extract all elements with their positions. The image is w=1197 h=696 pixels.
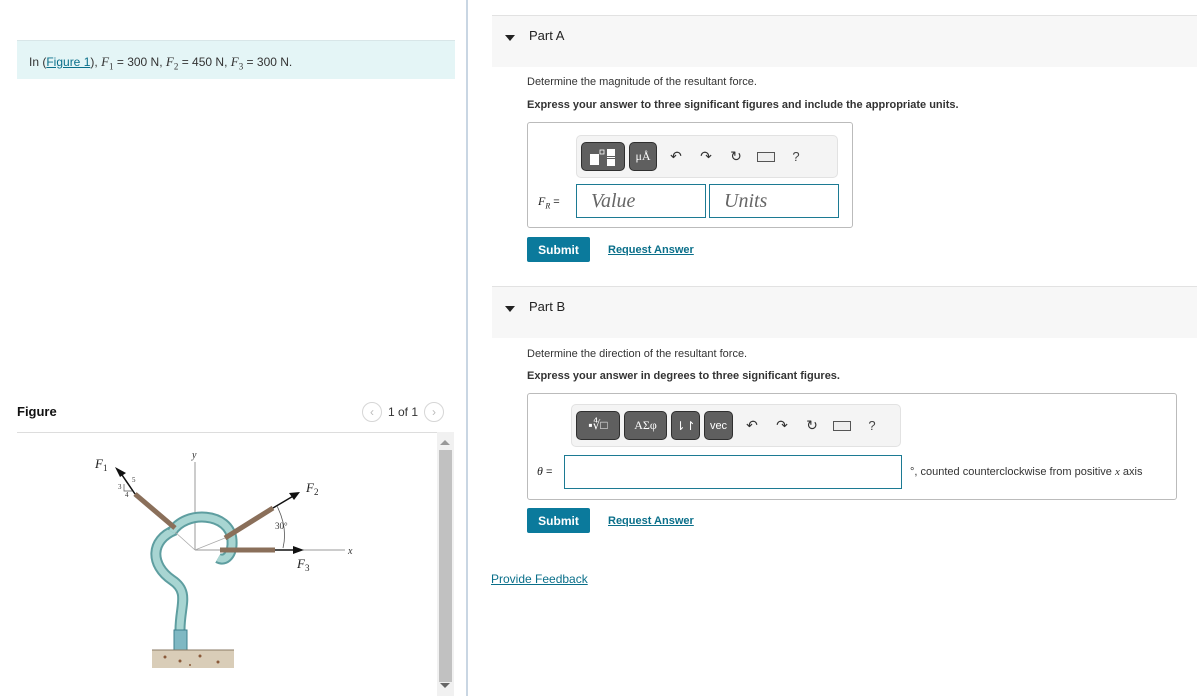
part-a-question: Determine the magnitude of the resultant…	[527, 76, 757, 88]
f1-label: F1	[94, 456, 107, 473]
part-a-answer-box: μÅ ↶ ↷ ↻ ? FR = Value Units	[527, 122, 853, 228]
f2-arrowhead	[289, 492, 300, 500]
part-b-question: Determine the direction of the resultant…	[527, 348, 748, 360]
reset-icon[interactable]: ↻	[797, 417, 827, 434]
hook-thread	[173, 629, 188, 651]
arrows-button[interactable]: ⇂↾	[671, 411, 700, 440]
svg-text:5: 5	[132, 476, 136, 484]
svg-text:4: 4	[125, 491, 129, 499]
left-panel: In (Figure 1), F1 = 300 N, F2 = 450 N, F…	[0, 0, 466, 696]
collapse-triangle-icon	[505, 35, 515, 41]
scroll-thumb[interactable]	[439, 450, 452, 682]
prev-figure-button[interactable]: ‹	[362, 402, 382, 422]
ground	[152, 650, 234, 668]
f3-arrowhead	[293, 546, 304, 554]
keyboard-icon[interactable]	[751, 151, 781, 162]
value-input[interactable]: Value	[576, 184, 706, 218]
figure-title: Figure	[17, 404, 57, 419]
scroll-down-icon[interactable]	[440, 683, 450, 688]
f1-arrowhead	[115, 467, 126, 477]
force-f1: F1	[101, 54, 114, 72]
part-a-request-answer-link[interactable]: Request Answer	[608, 244, 694, 256]
force-f3: F3	[230, 54, 244, 72]
force-f3-value: = 300 N.	[246, 55, 293, 69]
collapse-triangle-icon	[505, 306, 515, 312]
pager-text: 1 of 1	[388, 405, 419, 419]
reset-icon[interactable]: ↻	[721, 148, 751, 165]
next-figure-button[interactable]: ›	[424, 402, 445, 422]
angle-label: 30°	[275, 521, 288, 531]
force-f2-value: = 450 N,	[181, 55, 228, 69]
fraction-template-icon	[590, 148, 615, 166]
right-panel: Part A Determine the magnitude of the re…	[468, 0, 1197, 696]
greek-symbols-button[interactable]: ΑΣφ	[624, 411, 667, 440]
help-icon[interactable]: ?	[857, 418, 887, 433]
figure-scrollbar[interactable]	[437, 432, 454, 696]
help-icon[interactable]: ?	[781, 149, 811, 164]
f3-label: F3	[296, 556, 310, 573]
figure-link[interactable]: Figure 1	[46, 55, 90, 69]
undo-icon[interactable]: ↶	[661, 148, 691, 165]
part-b-instruction: Express your answer in degrees to three …	[527, 370, 840, 382]
y-axis-label: y	[191, 450, 197, 461]
scroll-up-icon[interactable]	[440, 440, 450, 445]
variable-label-fr: FR =	[538, 194, 560, 211]
units-input[interactable]: Units	[709, 184, 839, 218]
part-b-header[interactable]: Part B	[492, 286, 1197, 338]
angle-input[interactable]	[564, 455, 902, 489]
part-a-instruction: Express your answer to three significant…	[527, 99, 959, 111]
keyboard-icon[interactable]	[827, 420, 857, 431]
intro-suffix: ),	[90, 55, 98, 69]
provide-feedback-link[interactable]: Provide Feedback	[491, 572, 588, 586]
variable-label-theta: θ =	[537, 464, 553, 478]
force-f2: F2	[165, 54, 179, 72]
intro-prefix: In (	[29, 55, 47, 69]
part-a-submit-button[interactable]: Submit	[527, 237, 590, 262]
part-a-toolbar: μÅ ↶ ↷ ↻ ?	[576, 135, 838, 178]
f2-label: F2	[305, 480, 318, 497]
figure-divider	[17, 432, 454, 433]
part-b-toolbar: ▪∜□ ΑΣφ ⇂↾ vec ↶ ↷ ↻ ?	[571, 404, 901, 447]
angle-suffix: °, counted counterclockwise from positiv…	[910, 466, 1143, 478]
redo-icon[interactable]: ↷	[767, 417, 797, 434]
units-button[interactable]: μÅ	[629, 142, 657, 171]
templates-button[interactable]	[581, 142, 625, 171]
problem-statement: In (Figure 1), F1 = 300 N, F2 = 450 N, F…	[17, 40, 455, 79]
f2-cable	[223, 505, 275, 541]
x-axis-label: x	[347, 546, 353, 557]
force-f1-value: = 300 N,	[116, 55, 163, 69]
figure-pager: ‹ 1 of 1 ›	[362, 402, 445, 422]
part-b-label: Part B	[529, 299, 566, 314]
figure-image: y x F1 3 4 5 F2 30° F3	[94, 450, 353, 668]
templates-button[interactable]: ▪∜□	[576, 411, 620, 440]
undo-icon[interactable]: ↶	[737, 417, 767, 434]
vector-button[interactable]: vec	[704, 411, 733, 440]
svg-text:3: 3	[118, 483, 122, 491]
redo-icon[interactable]: ↷	[691, 148, 721, 165]
part-b-submit-button[interactable]: Submit	[527, 508, 590, 533]
part-a-header[interactable]: Part A	[492, 15, 1197, 67]
part-b-answer-box: ▪∜□ ΑΣφ ⇂↾ vec ↶ ↷ ↻ ? θ = °, counted co…	[527, 393, 1177, 500]
part-a-label: Part A	[529, 28, 565, 43]
part-b-request-answer-link[interactable]: Request Answer	[608, 515, 694, 527]
f1-cable	[133, 492, 177, 530]
